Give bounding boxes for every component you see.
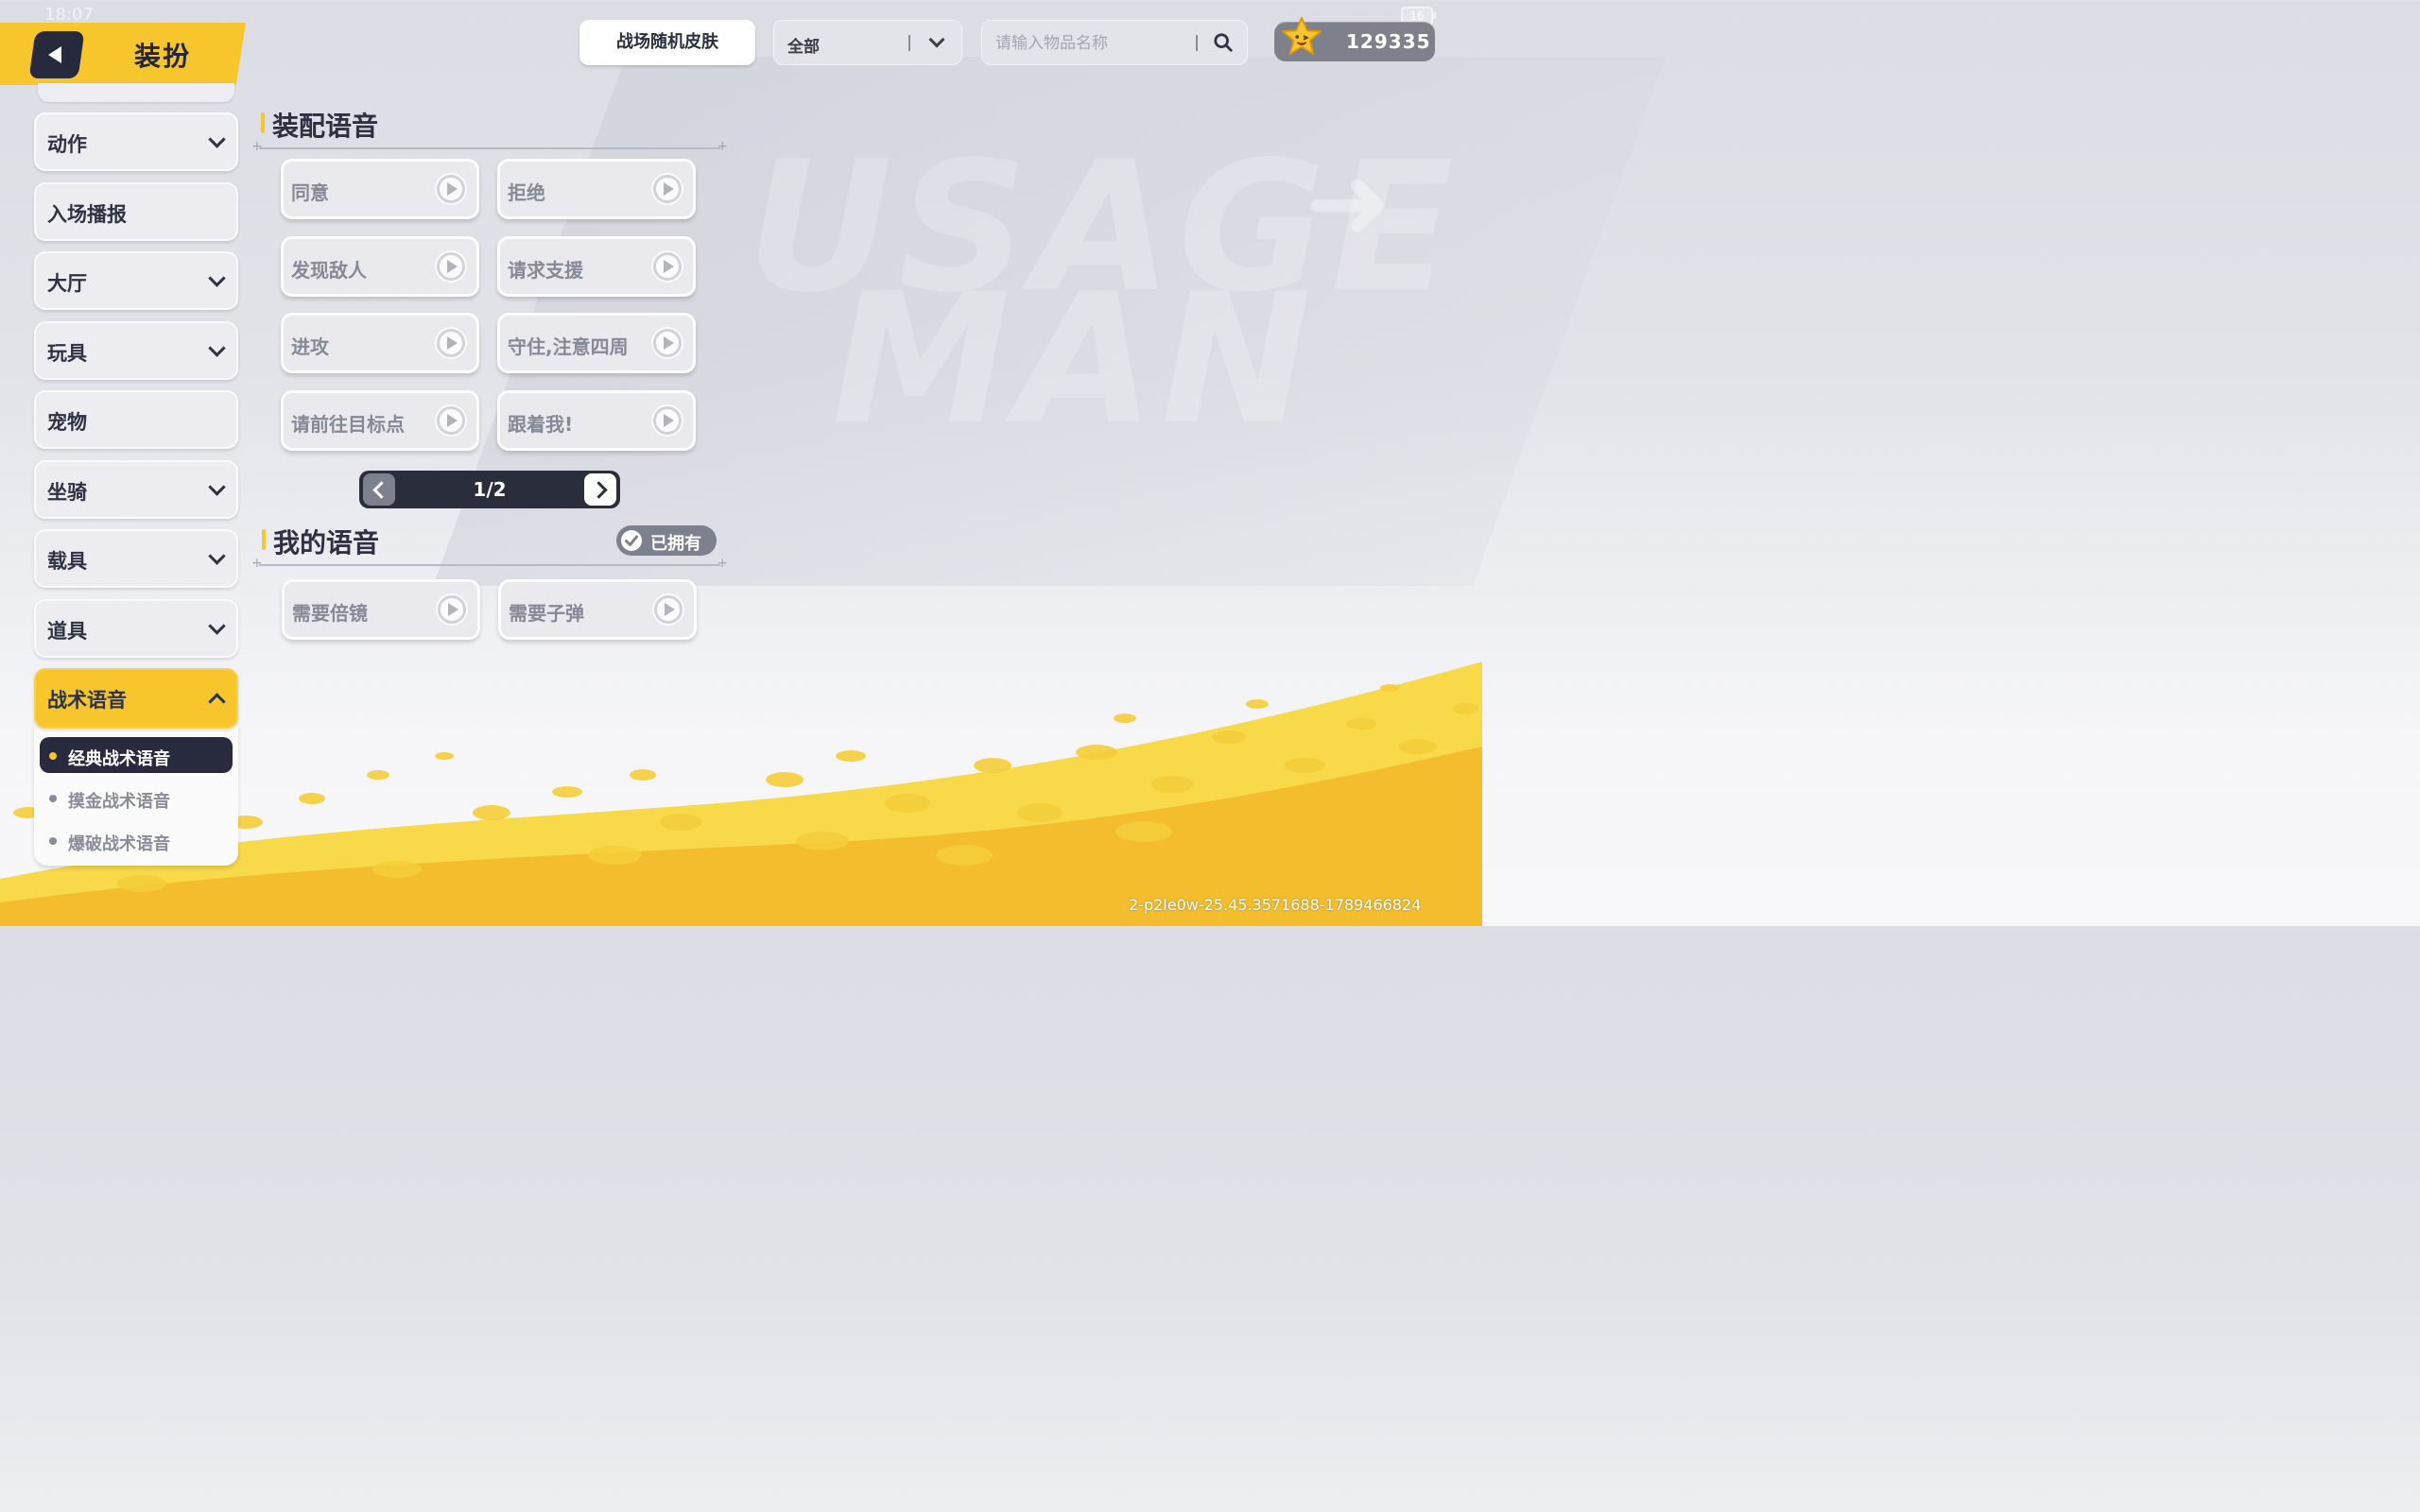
section-accent-bar: [261, 112, 265, 133]
equipped-voice-title: 装配语音: [272, 111, 379, 142]
sidebar-scroll-stub: [38, 83, 234, 102]
chevron-up-icon: [208, 693, 226, 711]
owned-label: 已拥有: [650, 534, 701, 554]
voice-label: 同意: [291, 181, 329, 204]
my-voice-title: 我的语音: [273, 527, 380, 558]
search-input[interactable]: [994, 30, 1186, 57]
voice-label: 请前往目标点: [291, 413, 405, 436]
sidebar-item-label: 道具: [47, 620, 87, 643]
play-icon[interactable]: [434, 404, 468, 438]
voice-card[interactable]: 请前往目标点: [281, 390, 479, 451]
random-skin-button[interactable]: 战场随机皮肤: [579, 20, 755, 65]
chevron-down-icon: [208, 478, 226, 496]
section-divider: [251, 139, 728, 154]
voice-label: 请求支援: [508, 259, 583, 282]
play-icon[interactable]: [650, 172, 684, 206]
sidebar-item-label: 动作: [47, 133, 87, 156]
chevron-left-icon: [372, 481, 390, 499]
voice-label: 需要倍镜: [292, 602, 368, 625]
owned-filter-toggle[interactable]: 已拥有: [616, 525, 717, 556]
chevron-right-icon: [590, 481, 608, 499]
play-icon[interactable]: [434, 172, 468, 206]
voice-label: 跟着我!: [508, 413, 574, 436]
voice-label: 拒绝: [508, 181, 545, 204]
play-icon[interactable]: [434, 249, 468, 284]
bullet-dot-icon: [49, 837, 57, 845]
subitem-label: 经典战术语音: [68, 749, 170, 769]
sidebar-item-label: 玩具: [47, 342, 87, 365]
divider: [1196, 35, 1198, 51]
voice-card[interactable]: 需要子弹: [498, 579, 697, 640]
voice-label: 守住,注意四周: [508, 335, 629, 358]
sidebar-subpanel: 经典战术语音 摸金战术语音 爆破战术语音: [34, 724, 238, 866]
sidebar-item-label: 坐骑: [47, 481, 87, 504]
sidebar-item-label: 大厅: [47, 272, 87, 295]
page-indicator: 1/2: [473, 478, 507, 501]
bullet-dot-icon: [49, 795, 57, 802]
voice-card[interactable]: 进攻: [281, 313, 479, 373]
play-icon[interactable]: [650, 326, 684, 360]
subitem-treasure-voice[interactable]: 摸金战术语音: [40, 780, 233, 816]
currency-amount: 129335: [1346, 30, 1431, 53]
sidebar-item-mounts[interactable]: 坐骑: [34, 460, 238, 519]
filter-select[interactable]: 全部: [773, 20, 962, 65]
sidebar-item-label: 载具: [47, 550, 87, 573]
status-time: 18:07: [44, 5, 94, 25]
back-arrow-icon: [48, 46, 61, 63]
session-id: 2-p2le0w-25.45.3571688-1789466824: [1129, 896, 1422, 914]
search-icon[interactable]: [1213, 32, 1234, 53]
sidebar-item-pets[interactable]: 宠物: [34, 390, 238, 449]
sidebar-item-label: 宠物: [47, 411, 87, 434]
voice-card[interactable]: 同意: [281, 159, 479, 219]
star-coin-icon: [1281, 16, 1322, 56]
voice-card[interactable]: 请求支援: [497, 236, 696, 297]
sidebar-item-toys[interactable]: 玩具: [34, 321, 238, 380]
sidebar-item-label: 入场播报: [47, 203, 127, 226]
next-page-button[interactable]: [584, 473, 616, 506]
play-icon[interactable]: [650, 404, 684, 438]
prev-page-button[interactable]: [363, 473, 395, 506]
chevron-down-icon: [208, 547, 226, 565]
filter-value: 全部: [787, 38, 820, 57]
sidebar-item-tactical-voice[interactable]: 战术语音: [34, 668, 238, 729]
chevron-down-icon: [208, 339, 226, 357]
play-icon[interactable]: [651, 593, 685, 627]
voice-label: 发现敌人: [291, 259, 367, 282]
sidebar-item-action[interactable]: 动作: [34, 112, 238, 171]
voice-card[interactable]: 需要倍镜: [282, 579, 480, 640]
voice-card[interactable]: 跟着我!: [497, 390, 696, 451]
chevron-down-icon: [208, 617, 226, 635]
chevron-down-icon: [208, 269, 226, 287]
sidebar-item-label: 战术语音: [47, 689, 127, 712]
subitem-demolition-voice[interactable]: 爆破战术语音: [40, 822, 233, 858]
sidebar-item-entrance[interactable]: 入场播报: [34, 182, 238, 241]
check-icon: [621, 530, 642, 551]
subitem-label: 摸金战术语音: [68, 792, 170, 812]
section-divider: [251, 556, 728, 571]
play-icon[interactable]: [434, 326, 468, 360]
subitem-classic-voice[interactable]: 经典战术语音: [40, 737, 233, 773]
pager: 1/2: [359, 471, 620, 508]
voice-card[interactable]: 发现敌人: [281, 236, 479, 297]
voice-card[interactable]: 拒绝: [497, 159, 696, 219]
back-button[interactable]: [28, 31, 85, 78]
voice-card[interactable]: 守住,注意四周: [497, 313, 696, 373]
section-accent-bar: [262, 529, 266, 550]
search-box: [981, 20, 1248, 65]
bullet-dot-icon: [49, 752, 57, 760]
chevron-down-icon: [928, 31, 945, 48]
voice-label: 需要子弹: [509, 602, 584, 625]
voice-label: 进攻: [291, 335, 329, 358]
chevron-down-icon: [208, 130, 226, 148]
sidebar-item-lobby[interactable]: 大厅: [34, 251, 238, 310]
play-icon[interactable]: [650, 249, 684, 284]
divider: [908, 35, 910, 51]
subitem-label: 爆破战术语音: [68, 834, 170, 854]
play-icon[interactable]: [435, 593, 469, 627]
sidebar-item-vehicles[interactable]: 载具: [34, 529, 238, 588]
page-title: 装扮: [134, 41, 192, 72]
sidebar-item-props[interactable]: 道具: [34, 599, 238, 658]
